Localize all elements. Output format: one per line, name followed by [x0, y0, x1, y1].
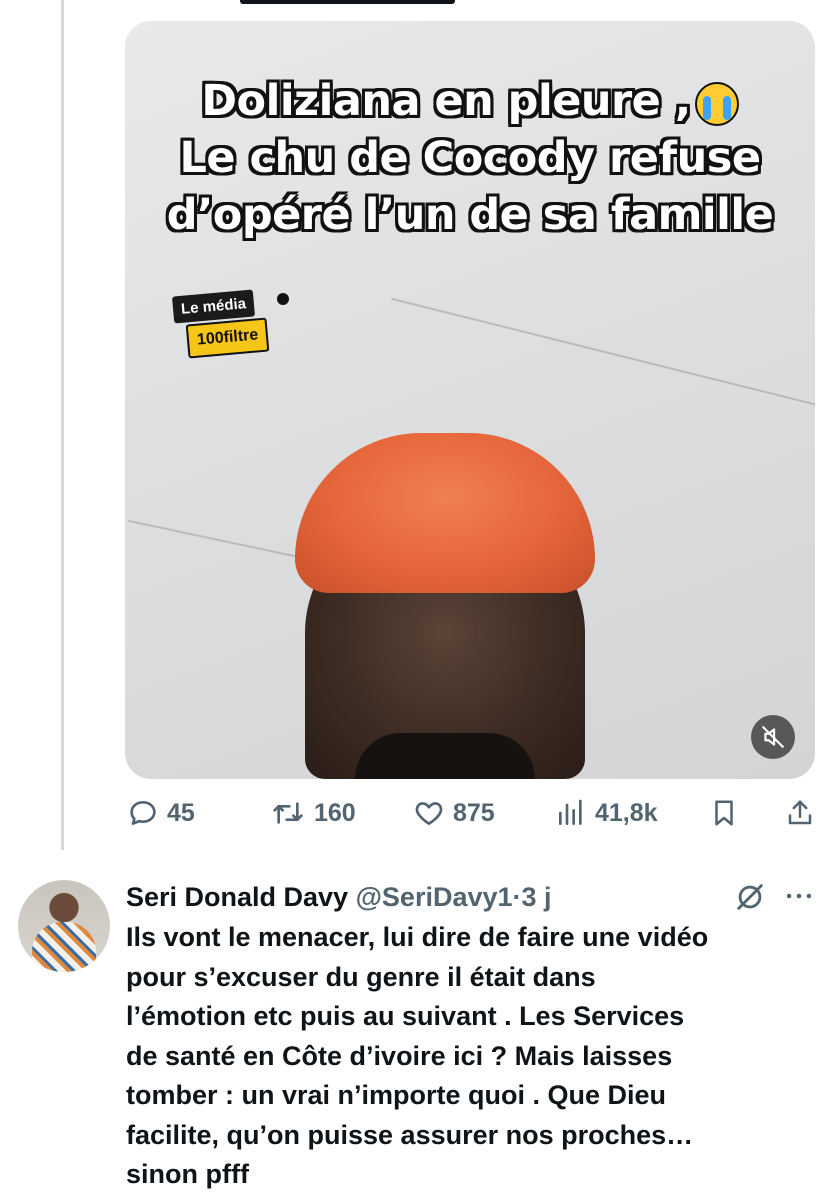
- reply-author-name[interactable]: Seri Donald Davy: [126, 882, 348, 912]
- video-caption: Doliziana en pleure , Le chu de Cocody r…: [125, 73, 815, 244]
- mute-button[interactable]: [751, 715, 795, 759]
- thread-connector-line: [61, 0, 64, 850]
- reply-bubble-icon: [130, 801, 156, 825]
- logo-text-bottom: 100filtre: [185, 317, 270, 359]
- reply-line: tomber : un vrai n’importe quoi . Que Di…: [126, 1080, 667, 1110]
- grok-icon[interactable]: [733, 880, 767, 914]
- reply-line: sinon pfff: [126, 1159, 249, 1189]
- reply-line: Ils vont le menacer, lui dire de faire u…: [126, 922, 709, 952]
- tweet-action-bar: 45 160 875 41,8k: [125, 792, 815, 834]
- caption-line-1: Doliziana en pleure ,: [201, 76, 691, 126]
- heart-icon: [415, 802, 443, 825]
- views-button[interactable]: 41,8k: [555, 792, 658, 834]
- reply-line: l’émotion etc puis au suivant . Les Serv…: [126, 1001, 685, 1031]
- more-options-icon[interactable]: [782, 879, 816, 913]
- bookmark-icon: [715, 800, 733, 826]
- like-count: 875: [453, 798, 495, 827]
- view-count: 41,8k: [595, 798, 658, 827]
- views-bar-chart-icon: [559, 799, 582, 825]
- caption-line-3: d’opéré l’un de sa famille: [166, 190, 774, 240]
- person-beard: [355, 733, 535, 779]
- person-cap: [295, 433, 595, 593]
- speaker-muted-icon: [762, 726, 784, 748]
- share-button[interactable]: [785, 792, 815, 834]
- video-player[interactable]: Doliziana en pleure , Le chu de Cocody r…: [125, 21, 815, 779]
- reply-line: pour s’excuser du genre il était dans: [126, 961, 596, 992]
- logo-microphone-icon: [277, 293, 289, 305]
- avatar-shirt: [32, 922, 96, 972]
- reply-header: Seri Donald Davy @SeriDavy1·3 j: [126, 877, 552, 917]
- reply-author-handle[interactable]: @SeriDavy1: [356, 882, 513, 912]
- caption-line-2: Le chu de Cocody refuse: [179, 133, 762, 183]
- repost-button[interactable]: 160: [270, 792, 356, 834]
- logo-text-top: Le média: [171, 289, 256, 324]
- repost-count: 160: [314, 798, 356, 827]
- header-separator: ·: [512, 882, 522, 912]
- repost-icon: [273, 802, 303, 824]
- media-logo: Le média 100filtre: [171, 289, 289, 371]
- reply-body: Ils vont le menacer, lui dire de faire u…: [126, 918, 816, 1195]
- avatar[interactable]: [18, 880, 110, 972]
- share-icon: [788, 800, 812, 825]
- top-edge-bar: [240, 0, 455, 4]
- reply-button[interactable]: 45: [127, 792, 195, 834]
- reply-count: 45: [167, 798, 195, 827]
- video-subject-person: [295, 433, 595, 779]
- crying-face-icon: [694, 81, 739, 126]
- like-button[interactable]: 875: [413, 792, 495, 834]
- reply-timestamp[interactable]: 3 j: [522, 882, 552, 912]
- reply-line: de santé en Côte d’ivoire ici ? Mais lai…: [126, 1040, 673, 1071]
- ceiling-line: [391, 297, 815, 407]
- reply-line: facilite, qu’on puisse assurer nos proch…: [126, 1119, 694, 1150]
- bookmark-button[interactable]: [709, 792, 739, 834]
